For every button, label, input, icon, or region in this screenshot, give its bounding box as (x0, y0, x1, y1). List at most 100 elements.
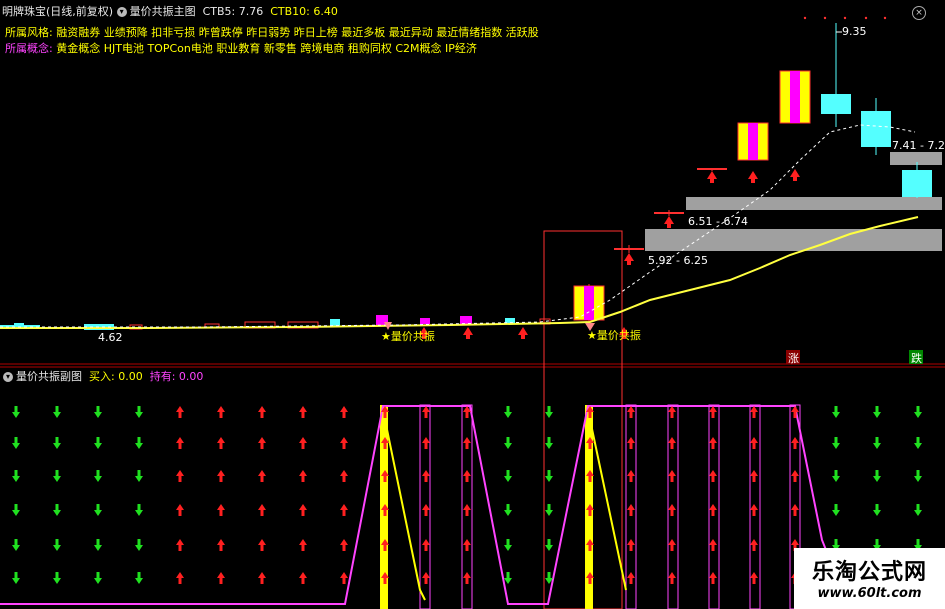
arrow-up-icon (791, 470, 799, 482)
arrow-up-icon (340, 470, 348, 482)
down-badge-label: 跌 (911, 351, 922, 365)
arrow-up-icon (217, 539, 225, 551)
sub-line-yellow (587, 409, 627, 591)
arrow-up-icon (627, 504, 635, 516)
arrow-up-icon (668, 470, 676, 482)
hold-value: 持有: 0.00 (149, 370, 204, 383)
zone-bar (890, 152, 942, 165)
arrow-down-icon (914, 406, 922, 418)
arrow-down-icon (94, 437, 102, 449)
arrow-up-icon (419, 169, 800, 339)
arrow-up-icon (750, 504, 758, 516)
chart-canvas[interactable]: 9.35 4.62 7.41 - 7.20 6.51 - 6.74 5.92 -… (0, 0, 945, 609)
arrow-up-icon (709, 504, 717, 516)
arrow-up-icon (422, 470, 430, 482)
arrow-up-icon (709, 470, 717, 482)
arrow-up-icon (217, 470, 225, 482)
arrow-up-icon (627, 437, 635, 449)
signal-label: ★量价共振 (587, 328, 641, 342)
arrow-up-icon (791, 504, 799, 516)
arrow-down-icon (832, 504, 840, 516)
arrow-up-icon (340, 572, 348, 584)
buy-value: 买入: 0.00 (89, 370, 143, 383)
arrow-up-icon (217, 406, 225, 418)
arrow-down-icon (135, 437, 143, 449)
arrow-down-icon (504, 406, 512, 418)
arrow-up-icon (668, 406, 676, 418)
arrow-up-icon (463, 504, 471, 516)
arrow-down-icon (504, 504, 512, 516)
arrow-down-icon (53, 406, 61, 418)
ma-dashed-line (0, 124, 916, 328)
arrow-down-icon (135, 539, 143, 551)
watermark-title: 乐淘公式网 (811, 560, 927, 585)
arrow-down-icon (873, 437, 881, 449)
arrow-up-icon (463, 572, 471, 584)
arrow-down-icon (873, 504, 881, 516)
arrow-down-icon (135, 406, 143, 418)
arrow-up-icon (668, 539, 676, 551)
arrow-up-icon (750, 572, 758, 584)
arrow-up-icon (258, 572, 266, 584)
sub-line-yellow (382, 409, 426, 601)
zone-label: 7.41 - 7.20 (892, 139, 945, 152)
arrow-up-icon (709, 437, 717, 449)
arrow-up-icon (258, 437, 266, 449)
arrow-up-icon (791, 437, 799, 449)
arrow-up-icon (258, 539, 266, 551)
arrow-up-icon (627, 470, 635, 482)
arrow-down-icon (545, 437, 553, 449)
arrow-up-icon (422, 437, 430, 449)
sub-indicator-name[interactable]: 量价共振副图 (16, 370, 82, 383)
arrow-up-icon (709, 406, 717, 418)
arrow-up-icon (750, 539, 758, 551)
arrow-up-icon (299, 539, 307, 551)
arrow-up-icon (176, 572, 184, 584)
arrow-up-icon (463, 470, 471, 482)
arrow-up-icon (176, 539, 184, 551)
arrow-down-icon (504, 572, 512, 584)
arrow-up-icon (463, 539, 471, 551)
arrow-down-icon (504, 539, 512, 551)
arrow-up-icon (299, 504, 307, 516)
arrow-down-icon (914, 504, 922, 516)
sub-arrow-grid (12, 406, 922, 584)
sub-line-magenta (0, 405, 831, 605)
watermark-url: www.60lt.com (817, 586, 922, 601)
arrow-up-icon (299, 437, 307, 449)
arrow-down-icon (873, 406, 881, 418)
arrow-down-icon (53, 539, 61, 551)
arrow-down-icon (94, 470, 102, 482)
arrow-up-icon (627, 539, 635, 551)
high-price-label: 9.35 (842, 25, 867, 38)
arrow-up-icon (176, 470, 184, 482)
arrow-up-icon (422, 504, 430, 516)
arrow-up-icon (627, 572, 635, 584)
arrow-down-icon (94, 504, 102, 516)
arrow-down-icon (53, 504, 61, 516)
arrow-up-icon (422, 539, 430, 551)
arrow-up-icon (217, 572, 225, 584)
up-badge-label: 涨 (788, 352, 799, 365)
arrow-up-icon (750, 470, 758, 482)
arrow-down-icon (53, 572, 61, 584)
arrow-down-icon (94, 572, 102, 584)
arrow-down-icon (832, 437, 840, 449)
arrow-down-icon (135, 504, 143, 516)
arrow-up-icon (340, 539, 348, 551)
arrow-up-icon (176, 504, 184, 516)
arrow-down-icon (504, 470, 512, 482)
low-price-label: 4.62 (98, 331, 123, 344)
zone-label: 5.92 - 6.25 (648, 254, 708, 267)
arrow-up-icon (668, 572, 676, 584)
arrow-down-icon (12, 470, 20, 482)
arrow-up-icon (217, 504, 225, 516)
dot-markers (803, 16, 887, 20)
arrow-up-icon (463, 437, 471, 449)
bear-candle (902, 162, 932, 198)
bull-candle (573, 284, 605, 322)
arrow-down-icon (545, 539, 553, 551)
chevron-down-icon[interactable]: ▾ (3, 372, 13, 382)
arrow-up-icon (258, 406, 266, 418)
bull-candle (614, 245, 644, 253)
